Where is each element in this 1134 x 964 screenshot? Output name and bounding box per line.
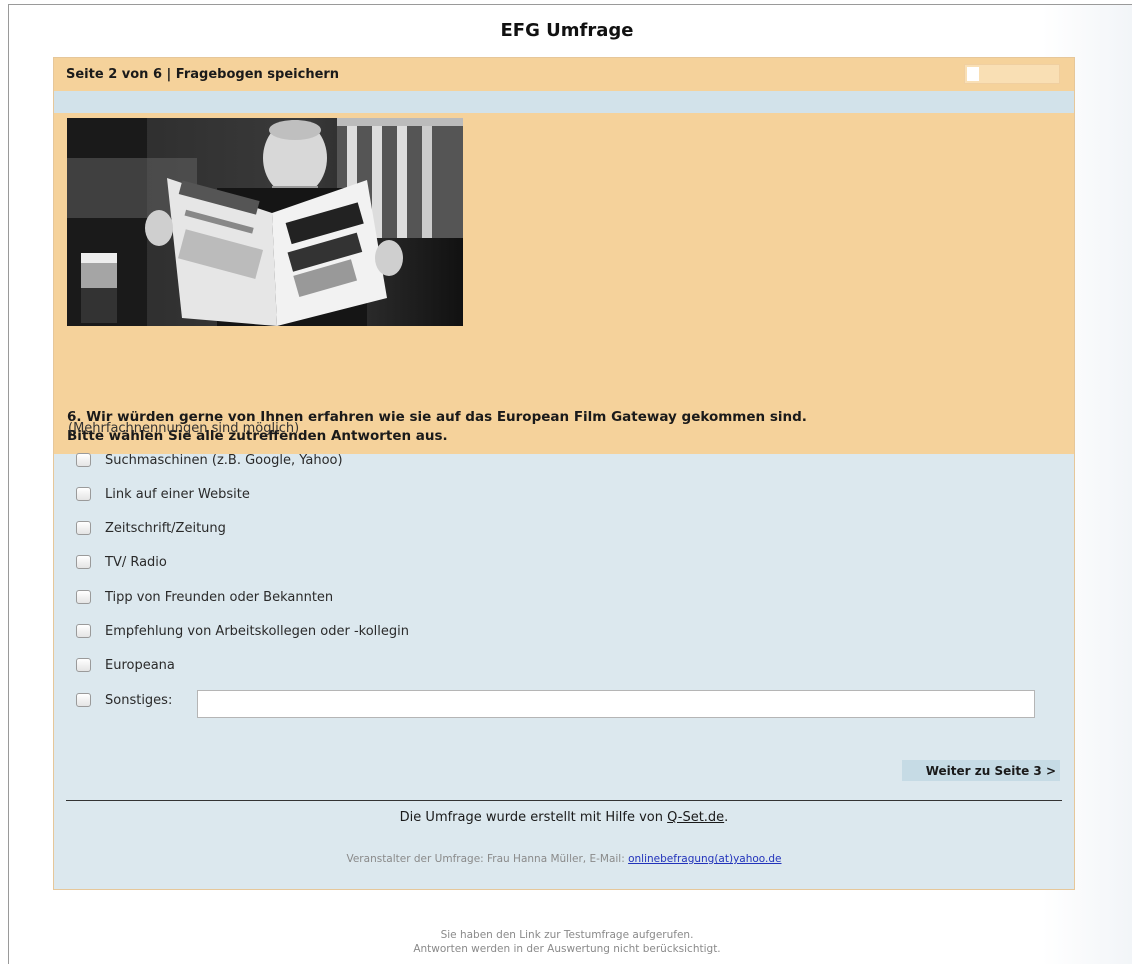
option-label: Europeana xyxy=(105,657,175,673)
page-status-bar: Seite 2 von 6 | Fragebogen speichern xyxy=(54,58,1074,91)
next-page-button[interactable]: Weiter zu Seite 3 > xyxy=(902,760,1060,781)
organizer-email-link[interactable]: onlinebefragung(at)yahoo.de xyxy=(628,853,781,865)
divider xyxy=(66,800,1062,801)
credit-suffix: . xyxy=(724,810,729,825)
checkbox[interactable] xyxy=(76,658,91,672)
test-survey-notice: Sie haben den Link zur Testumfrage aufge… xyxy=(0,928,1134,956)
checkbox[interactable] xyxy=(76,693,91,707)
sub-bar xyxy=(54,91,1074,113)
credit-line: Die Umfrage wurde erstellt mit Hilfe von… xyxy=(54,810,1074,825)
organizer-prefix: Veranstalter der Umfrage: Frau Hanna Mül… xyxy=(346,853,625,865)
option-label: Zeitschrift/Zeitung xyxy=(105,520,226,536)
survey-panel: Seite 2 von 6 | Fragebogen speichern 6. … xyxy=(53,57,1075,890)
option-link-website[interactable]: Link auf einer Website xyxy=(76,484,250,504)
option-label: Sonstiges: xyxy=(105,692,173,708)
page-title: EFG Umfrage xyxy=(500,20,634,41)
checkbox[interactable] xyxy=(76,453,91,467)
sonstiges-input[interactable] xyxy=(197,690,1035,718)
option-empfehlung-kollegen[interactable]: Empfehlung von Arbeitskollegen oder -kol… xyxy=(76,621,409,641)
multiple-choice-hint: (Mehrfachnennungen sind möglich) xyxy=(68,421,300,436)
option-tipp-freunde[interactable]: Tipp von Freunden oder Bekannten xyxy=(76,587,333,607)
option-suchmaschinen[interactable]: Suchmaschinen (z.B. Google, Yahoo) xyxy=(76,450,343,470)
option-label: Link auf einer Website xyxy=(105,486,250,502)
option-sonstiges[interactable]: Sonstiges: xyxy=(76,690,172,710)
progress-box xyxy=(964,64,1060,84)
checkbox[interactable] xyxy=(76,521,91,535)
option-tv-radio[interactable]: TV/ Radio xyxy=(76,552,167,572)
organizer-line: Veranstalter der Umfrage: Frau Hanna Mül… xyxy=(54,853,1074,865)
notice-line-2: Antworten werden in der Auswertung nicht… xyxy=(413,943,721,955)
option-label: Suchmaschinen (z.B. Google, Yahoo) xyxy=(105,452,343,468)
notice-line-1: Sie haben den Link zur Testumfrage aufge… xyxy=(440,929,694,941)
credit-prefix: Die Umfrage wurde erstellt mit Hilfe von xyxy=(399,810,664,825)
option-label: TV/ Radio xyxy=(105,554,167,570)
option-europeana[interactable]: Europeana xyxy=(76,655,175,675)
checkbox[interactable] xyxy=(76,555,91,569)
newspaper-reader-photo xyxy=(67,118,463,326)
qset-link[interactable]: Q-Set.de xyxy=(667,810,724,825)
checkbox[interactable] xyxy=(76,624,91,638)
checkbox[interactable] xyxy=(76,590,91,604)
option-label: Empfehlung von Arbeitskollegen oder -kol… xyxy=(105,623,409,639)
question-header: 6. Wir würden gerne von Ihnen erfahren w… xyxy=(54,113,1074,454)
option-zeitschrift[interactable]: Zeitschrift/Zeitung xyxy=(76,518,226,538)
option-label: Tipp von Freunden oder Bekannten xyxy=(105,589,334,605)
page-status-text[interactable]: Seite 2 von 6 | Fragebogen speichern xyxy=(66,67,339,82)
checkbox[interactable] xyxy=(76,487,91,501)
